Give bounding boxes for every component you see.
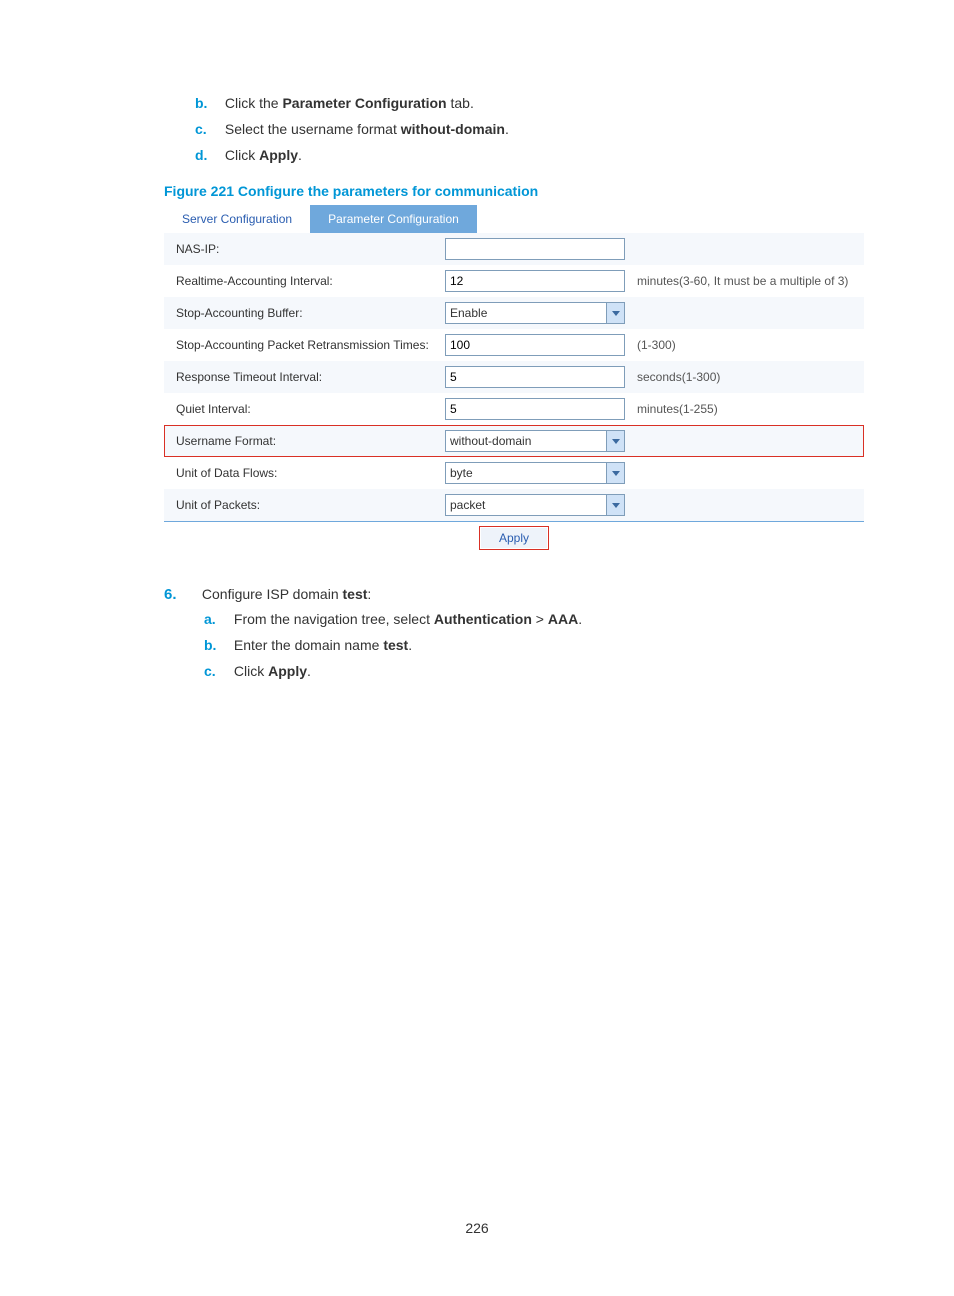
row-quiet-interval: Quiet Interval: minutes(1-255): [164, 393, 864, 425]
page-number: 226: [0, 1220, 954, 1236]
tab-parameter-configuration[interactable]: Parameter Configuration: [310, 205, 477, 233]
label-username-format: Username Format:: [164, 425, 439, 457]
step-text: Click the Parameter Configuration tab.: [225, 95, 474, 111]
hint-retransmission-times: (1-300): [631, 329, 864, 361]
hint-username-format: [631, 425, 864, 457]
hint-stop-accounting-buffer: [631, 297, 864, 329]
hint-response-timeout: seconds(1-300): [631, 361, 864, 393]
apply-row: Apply: [164, 522, 864, 554]
label-unit-data-flows: Unit of Data Flows:: [164, 457, 439, 489]
chevron-down-icon[interactable]: [606, 495, 624, 515]
step-6a: a. From the navigation tree, select Auth…: [204, 611, 864, 627]
input-quiet-interval[interactable]: [445, 398, 625, 420]
step-b: b. Click the Parameter Configuration tab…: [195, 95, 864, 111]
hint-unit-packets: [631, 489, 864, 522]
intro-steps: b. Click the Parameter Configuration tab…: [195, 95, 864, 163]
step-letter: a.: [204, 611, 222, 627]
step-letter: d.: [195, 147, 213, 163]
select-stop-accounting-buffer[interactable]: Enable: [445, 302, 625, 324]
input-nas-ip[interactable]: [445, 238, 625, 260]
label-unit-packets: Unit of Packets:: [164, 489, 439, 522]
step-letter: b.: [195, 95, 213, 111]
row-retransmission-times: Stop-Accounting Packet Retransmission Ti…: [164, 329, 864, 361]
label-retransmission-times: Stop-Accounting Packet Retransmission Ti…: [164, 329, 439, 361]
step-text: Click Apply.: [234, 663, 311, 679]
step-text: Enter the domain name test.: [234, 637, 412, 653]
hint-unit-data-flows: [631, 457, 864, 489]
figure-panel: Server Configuration Parameter Configura…: [164, 205, 864, 554]
step-6-substeps: a. From the navigation tree, select Auth…: [204, 611, 864, 679]
step-letter: c.: [204, 663, 222, 679]
row-response-timeout: Response Timeout Interval: seconds(1-300…: [164, 361, 864, 393]
step-c: c. Select the username format without-do…: [195, 121, 864, 137]
step-6c: c. Click Apply.: [204, 663, 864, 679]
label-nas-ip: NAS-IP:: [164, 233, 439, 265]
input-response-timeout[interactable]: [445, 366, 625, 388]
select-value: packet: [450, 498, 485, 512]
tabs: Server Configuration Parameter Configura…: [164, 205, 864, 233]
select-value: without-domain: [450, 434, 531, 448]
step-d: d. Click Apply.: [195, 147, 864, 163]
step-6: 6. Configure ISP domain test: a. From th…: [164, 586, 864, 679]
select-value: byte: [450, 466, 473, 480]
form-table: NAS-IP: Realtime-Accounting Interval: mi…: [164, 233, 864, 522]
step-text: Click Apply.: [225, 147, 302, 163]
row-realtime-accounting: Realtime-Accounting Interval: minutes(3-…: [164, 265, 864, 297]
hint-realtime-accounting: minutes(3-60, It must be a multiple of 3…: [631, 265, 864, 297]
step-text: From the navigation tree, select Authent…: [234, 611, 582, 627]
step-6-text: Configure ISP domain test:: [202, 586, 371, 602]
label-quiet-interval: Quiet Interval:: [164, 393, 439, 425]
step-letter: b.: [204, 637, 222, 653]
figure-caption: Figure 221 Configure the parameters for …: [164, 183, 864, 199]
step-letter: c.: [195, 121, 213, 137]
chevron-down-icon[interactable]: [606, 303, 624, 323]
chevron-down-icon[interactable]: [606, 463, 624, 483]
chevron-down-icon[interactable]: [606, 431, 624, 451]
row-username-format: Username Format: without-domain: [164, 425, 864, 457]
input-realtime-accounting[interactable]: [445, 270, 625, 292]
tab-server-configuration[interactable]: Server Configuration: [164, 205, 310, 233]
step-number: 6.: [164, 586, 186, 603]
select-unit-packets[interactable]: packet: [445, 494, 625, 516]
hint-quiet-interval: minutes(1-255): [631, 393, 864, 425]
row-unit-data-flows: Unit of Data Flows: byte: [164, 457, 864, 489]
hint-nas-ip: [631, 233, 864, 265]
row-nas-ip: NAS-IP:: [164, 233, 864, 265]
row-stop-accounting-buffer: Stop-Accounting Buffer: Enable: [164, 297, 864, 329]
step-6b: b. Enter the domain name test.: [204, 637, 864, 653]
input-retransmission-times[interactable]: [445, 334, 625, 356]
select-unit-data-flows[interactable]: byte: [445, 462, 625, 484]
step-text: Select the username format without-domai…: [225, 121, 509, 137]
label-response-timeout: Response Timeout Interval:: [164, 361, 439, 393]
row-unit-packets: Unit of Packets: packet: [164, 489, 864, 522]
select-value: Enable: [450, 306, 487, 320]
apply-button[interactable]: Apply: [481, 528, 547, 548]
select-username-format[interactable]: without-domain: [445, 430, 625, 452]
label-realtime-accounting: Realtime-Accounting Interval:: [164, 265, 439, 297]
label-stop-accounting-buffer: Stop-Accounting Buffer:: [164, 297, 439, 329]
